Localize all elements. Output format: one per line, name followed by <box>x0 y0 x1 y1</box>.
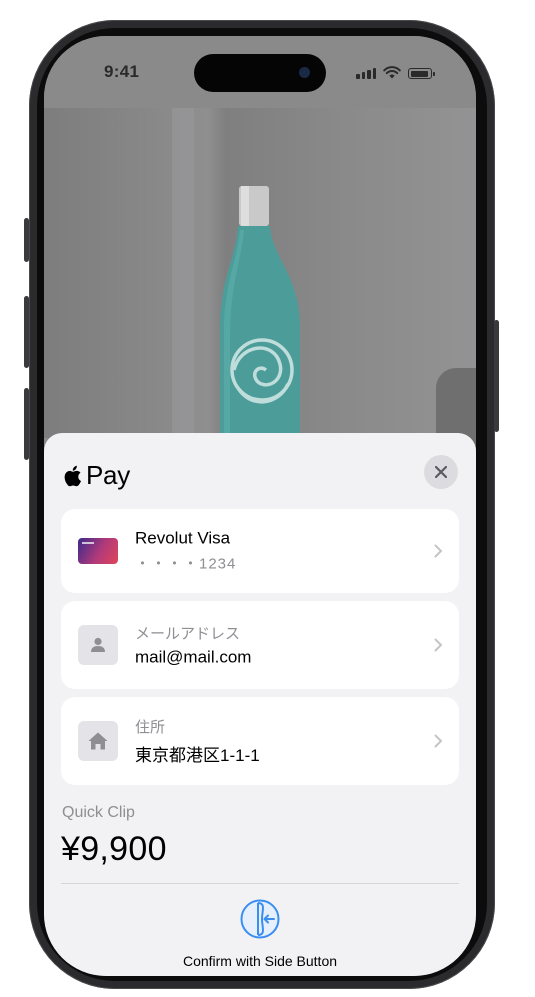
volume-down-button <box>24 388 29 460</box>
divider <box>61 883 459 884</box>
card-name: Revolut Visa <box>135 528 231 548</box>
card-icon <box>78 538 118 564</box>
chevron-right-icon <box>434 544 443 558</box>
close-icon <box>435 466 447 478</box>
email-value: mail@mail.com <box>135 647 252 667</box>
side-button[interactable] <box>494 320 499 432</box>
email-label: メールアドレス <box>135 625 241 643</box>
address-label: 住所 <box>135 719 166 736</box>
apple-icon <box>64 465 81 486</box>
status-icons <box>356 66 435 79</box>
chevron-right-icon <box>434 734 443 748</box>
camera-icon <box>299 67 310 78</box>
confirm-instruction: Confirm with Side Button <box>182 953 338 969</box>
product-photo <box>44 108 476 448</box>
wifi-icon <box>383 66 401 79</box>
dynamic-island <box>194 54 326 92</box>
person-icon <box>78 625 118 665</box>
close-button[interactable] <box>424 455 458 489</box>
status-time: 9:41 <box>104 62 140 81</box>
house-icon <box>78 721 118 761</box>
apple-pay-logo: Pay <box>62 460 130 491</box>
bottle-image <box>220 186 300 438</box>
email-row[interactable]: メールアドレス mail@mail.com <box>61 601 459 689</box>
merchant-name: Quick Clip <box>62 804 135 821</box>
volume-up-button <box>24 296 29 368</box>
apple-pay-sheet: Pay Revolut Visa ・・・・1234 メールアドレス mail@m… <box>44 433 476 976</box>
status-bar: 9:41 <box>44 36 476 108</box>
pay-text: Pay <box>86 460 130 490</box>
chevron-right-icon <box>434 638 443 652</box>
battery-icon <box>408 68 435 79</box>
address-value: 東京都港区1-1-1 <box>135 746 260 765</box>
screen: 9:41 Pay Revolut Visa ・・・・1234 メールアドレス m… <box>44 36 476 976</box>
payment-card-row[interactable]: Revolut Visa ・・・・1234 <box>61 509 459 593</box>
side-button-icon[interactable] <box>240 899 280 939</box>
total-price: ¥9,900 <box>61 830 167 868</box>
action-button <box>24 218 29 262</box>
signal-icon <box>356 68 376 79</box>
address-row[interactable]: 住所 東京都港区1-1-1 <box>61 697 459 785</box>
card-number: ・・・・1234 <box>135 555 237 573</box>
